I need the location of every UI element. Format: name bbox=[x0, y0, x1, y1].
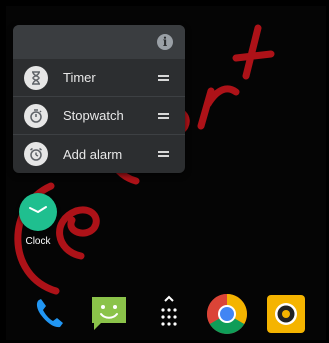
camera-icon bbox=[267, 295, 305, 333]
camera-app[interactable] bbox=[264, 292, 308, 336]
stopwatch-icon bbox=[24, 103, 48, 128]
app-drawer-button[interactable] bbox=[147, 292, 191, 336]
info-icon[interactable]: i bbox=[157, 34, 173, 50]
shortcut-label: Stopwatch bbox=[63, 108, 124, 123]
shortcut-label: Add alarm bbox=[63, 146, 123, 162]
shortcut-timer[interactable]: Timer bbox=[13, 59, 185, 97]
drag-handle-icon[interactable] bbox=[158, 112, 169, 119]
app-label: Clock bbox=[25, 236, 51, 247]
shortcut-add-alarm[interactable]: Add alarm bbox=[13, 135, 185, 173]
alarm-clock-icon bbox=[24, 142, 48, 166]
app-drawer-icon bbox=[161, 295, 177, 326]
phone-app[interactable] bbox=[27, 292, 71, 336]
chrome-icon bbox=[207, 294, 247, 334]
phone-icon bbox=[36, 299, 63, 328]
popup-header: i bbox=[13, 25, 185, 59]
app-shortcuts-popup: i Timer Stopwatch Add alarm bbox=[13, 25, 185, 173]
clock-icon bbox=[19, 193, 57, 231]
hourglass-icon bbox=[24, 65, 48, 90]
shortcut-stopwatch[interactable]: Stopwatch bbox=[13, 97, 185, 135]
drag-handle-icon[interactable] bbox=[158, 74, 169, 81]
home-screen: i Timer Stopwatch Add alarm Clock bbox=[6, 6, 326, 340]
messaging-icon bbox=[92, 297, 126, 330]
chrome-app[interactable] bbox=[205, 292, 249, 336]
shortcut-label: Timer bbox=[63, 70, 96, 85]
drag-handle-icon[interactable] bbox=[158, 151, 169, 157]
messaging-app[interactable] bbox=[87, 292, 131, 336]
clock-app[interactable]: Clock bbox=[14, 193, 62, 247]
dock bbox=[6, 288, 326, 340]
